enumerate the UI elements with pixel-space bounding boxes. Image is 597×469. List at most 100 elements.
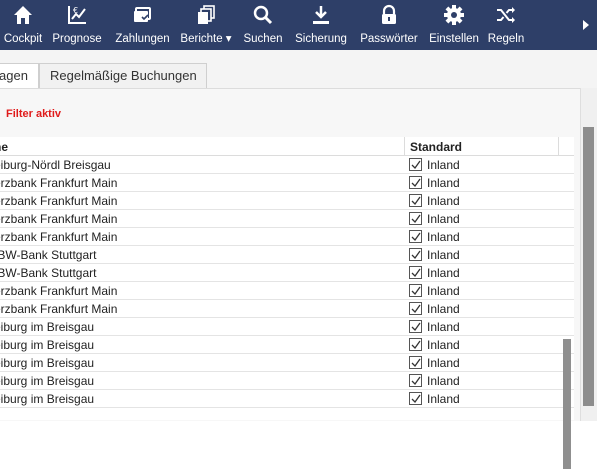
cell-name: erzbank Frankfurt Main: [0, 230, 118, 244]
cell-standard: Inland: [427, 212, 460, 226]
filter-active-label[interactable]: Filter aktiv: [6, 108, 61, 120]
column-header-standard[interactable]: Standard: [410, 140, 462, 154]
download-icon: [290, 4, 352, 28]
column-header-name[interactable]: ne: [0, 140, 8, 154]
cell-name: eiburg im Breisgau: [0, 320, 95, 334]
cell-standard: Inland: [427, 284, 460, 298]
toolbar-label-passwoerter: Passwörter: [360, 33, 418, 45]
table-row[interactable]: eiburg im Breisgau Inland: [0, 372, 574, 390]
checkmark-icon: [411, 232, 421, 242]
home-icon: [2, 4, 44, 28]
cell-name: erzbank Frankfurt Main: [0, 194, 118, 208]
cell-name: erzbank Frankfurt Main: [0, 212, 118, 226]
toolbar-button-passwoerter[interactable]: Passwörter: [355, 0, 423, 50]
standard-checkbox[interactable]: [409, 356, 422, 369]
toolbar-button-sicherung[interactable]: Sicherung: [290, 0, 352, 50]
standard-checkbox[interactable]: [409, 194, 422, 207]
standard-checkbox[interactable]: [409, 158, 422, 171]
standard-checkbox[interactable]: [409, 248, 422, 261]
vertical-scrollbar[interactable]: [580, 88, 597, 421]
toolbar-button-suchen[interactable]: Suchen: [241, 0, 285, 50]
cell-standard: Inland: [427, 356, 460, 370]
standard-checkbox[interactable]: [409, 320, 422, 333]
cell-standard: Inland: [427, 302, 460, 316]
cell-standard: Inland: [427, 230, 460, 244]
svg-text:€: €: [73, 6, 78, 15]
search-icon: [241, 4, 285, 28]
toolbar-button-einstellen[interactable]: Einstellen: [426, 0, 482, 50]
table-row[interactable]: erzbank Frankfurt Main Inland: [0, 228, 574, 246]
toolbar-label-suchen: Suchen: [243, 33, 283, 45]
toolbar-button-regeln[interactable]: Regeln: [486, 0, 526, 50]
checkmark-icon: [411, 196, 421, 206]
tab-buchungen[interactable]: agen: [0, 63, 39, 88]
toolbar-label-berichte: Berichte ▾: [180, 33, 232, 45]
payments-icon: [111, 4, 174, 28]
forecast-icon: €: [48, 4, 106, 28]
table-row[interactable]: erzbank Frankfurt Main Inland: [0, 210, 574, 228]
vertical-scrollbar-thumb[interactable]: [583, 127, 594, 406]
cell-standard: Inland: [427, 266, 460, 280]
checkmark-icon: [411, 268, 421, 278]
cell-standard: Inland: [427, 176, 460, 190]
cell-standard: Inland: [427, 338, 460, 352]
standard-checkbox[interactable]: [409, 284, 422, 297]
cell-name: eiburg im Breisgau: [0, 356, 95, 370]
table-row[interactable]: eiburg im Breisgau Inland: [0, 390, 574, 408]
checkmark-icon: [411, 160, 421, 170]
checkmark-icon: [411, 340, 421, 350]
checkmark-icon: [411, 376, 421, 386]
table-row[interactable]: erzbank Frankfurt Main Inland: [0, 174, 574, 192]
column-separator[interactable]: [558, 137, 559, 156]
table-row[interactable]: /BW-Bank Stuttgart Inland: [0, 264, 574, 282]
table-row[interactable]: eiburg im Breisgau Inland: [0, 336, 574, 354]
column-separator[interactable]: [404, 137, 405, 156]
toolbar-button-cockpit[interactable]: Cockpit: [2, 0, 44, 50]
cell-name: eiburg im Breisgau: [0, 392, 95, 406]
data-grid: ne Standard eiburg-Nördl BreisgauInland e…: [0, 137, 574, 420]
table-row[interactable]: eiburg-Nördl Breisgau Inland: [0, 156, 574, 174]
checkmark-icon: [411, 250, 421, 260]
toolbar-label-prognose: Prognose: [52, 33, 102, 45]
checkmark-icon: [411, 358, 421, 368]
cell-standard: Inland: [427, 320, 460, 334]
standard-checkbox[interactable]: [409, 302, 422, 315]
table-row[interactable]: eiburg im Breisgau Inland: [0, 354, 574, 372]
table-row[interactable]: erzbank Frankfurt Main Inland: [0, 192, 574, 210]
cell-name: eiburg im Breisgau: [0, 374, 95, 388]
content-panel: Filter aktiv ne Standard eiburg-Nördl Br…: [0, 88, 580, 469]
standard-checkbox[interactable]: [409, 266, 422, 279]
chevron-right-icon: [583, 20, 589, 30]
standard-checkbox[interactable]: [409, 392, 422, 405]
standard-checkbox[interactable]: [409, 212, 422, 225]
toolbar-button-zahlungen[interactable]: Zahlungen: [111, 0, 174, 50]
lock-icon: [355, 4, 423, 28]
grid-header: ne Standard: [0, 137, 574, 156]
checkmark-icon: [411, 286, 421, 296]
cell-standard: Inland: [427, 392, 460, 406]
standard-checkbox[interactable]: [409, 338, 422, 351]
table-row[interactable]: erzbank Frankfurt Main Inland: [0, 300, 574, 318]
toolbar-button-berichte[interactable]: Berichte ▾: [176, 0, 236, 50]
standard-checkbox[interactable]: [409, 176, 422, 189]
toolbar-label-cockpit: Cockpit: [3, 33, 43, 45]
main-toolbar: Cockpit € Prognose Zahlungen Berichte ▾ …: [0, 0, 597, 50]
inner-scrollbar-thumb[interactable]: [563, 339, 571, 469]
shuffle-icon: [486, 4, 526, 28]
toolbar-label-regeln: Regeln: [487, 33, 525, 45]
table-row[interactable]: erzbank Frankfurt Main Inland: [0, 282, 574, 300]
table-row[interactable]: eiburg im Breisgau Inland: [0, 318, 574, 336]
toolbar-button-prognose[interactable]: € Prognose: [48, 0, 106, 50]
toolbar-more-button[interactable]: [575, 0, 597, 50]
cell-name: erzbank Frankfurt Main: [0, 284, 118, 298]
checkmark-icon: [411, 214, 421, 224]
standard-checkbox[interactable]: [409, 230, 422, 243]
reports-icon: [176, 4, 236, 28]
cell-standard: Inland: [427, 248, 460, 262]
cell-name: erzbank Frankfurt Main: [0, 302, 118, 316]
tab-regelmaessige-buchungen[interactable]: Regelmäßige Buchungen: [39, 63, 207, 88]
checkmark-icon: [411, 394, 421, 404]
table-row[interactable]: /BW-Bank Stuttgart Inland: [0, 246, 574, 264]
standard-checkbox[interactable]: [409, 374, 422, 387]
cell-standard: Inland: [427, 158, 460, 172]
